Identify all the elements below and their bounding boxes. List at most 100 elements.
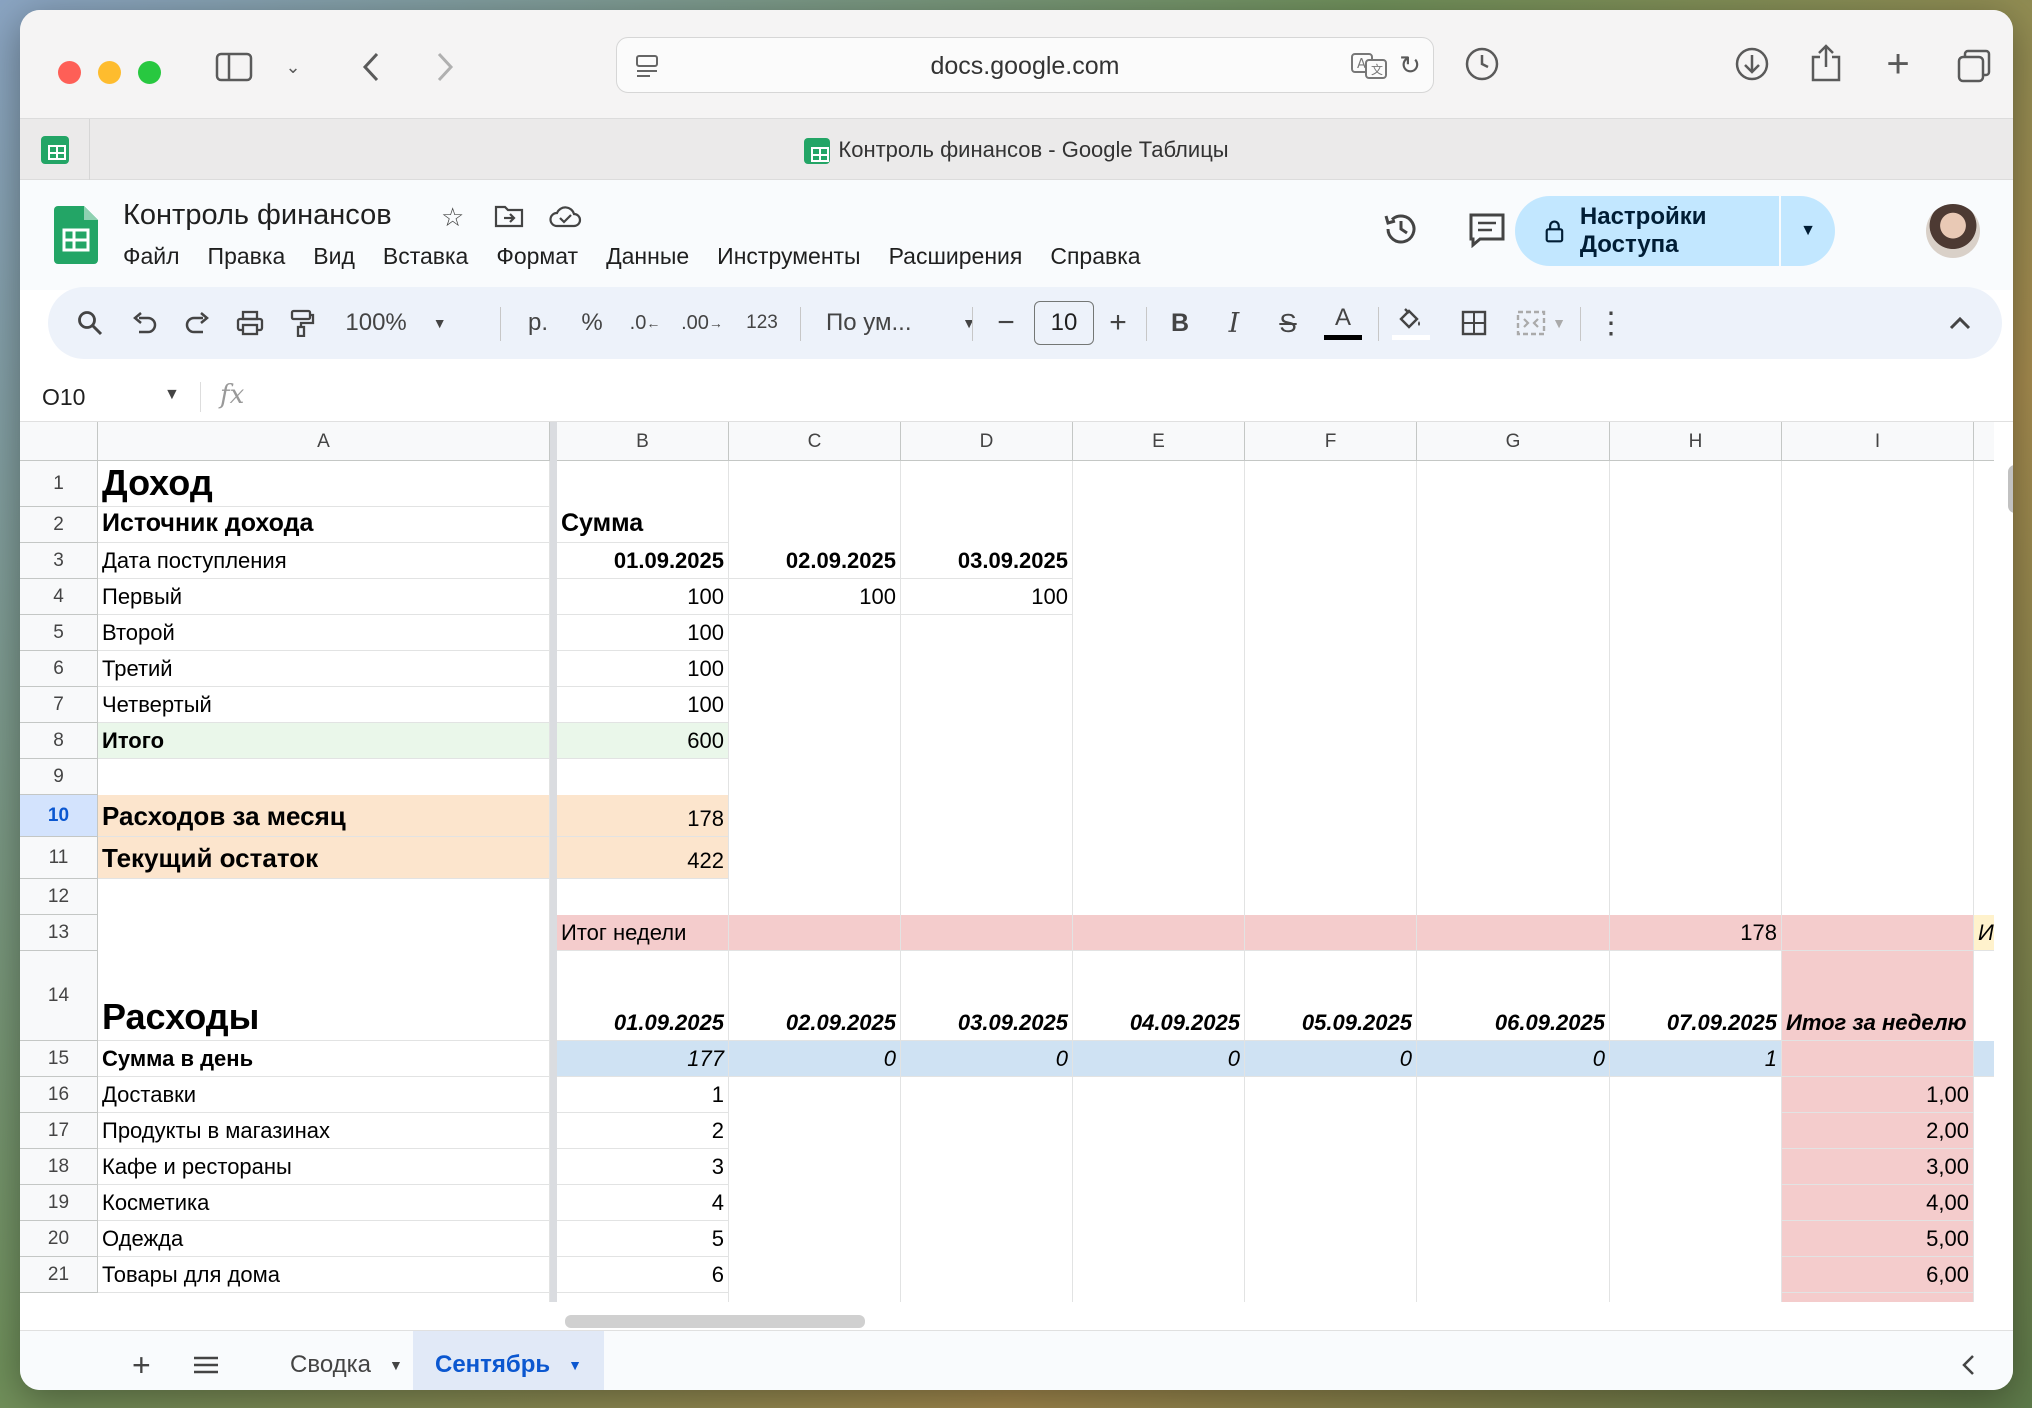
sidebar-toggle-icon[interactable] xyxy=(214,52,254,82)
cell-D14[interactable]: 03.09.2025 xyxy=(901,951,1073,1041)
cell-G14[interactable]: 06.09.2025 xyxy=(1417,951,1610,1041)
print-icon[interactable] xyxy=(230,287,270,359)
cell-B10[interactable]: 178 xyxy=(557,795,729,837)
address-bar[interactable]: docs.google.com A文 ↻ xyxy=(616,37,1434,93)
downloads-icon[interactable] xyxy=(1732,44,1772,84)
cloud-saved-icon[interactable] xyxy=(548,204,582,235)
sheet-tab-september[interactable]: Сентябрь ▼ xyxy=(413,1331,605,1390)
cell-B2[interactable]: Сумма xyxy=(557,507,729,543)
menu-file[interactable]: Файл xyxy=(123,243,194,270)
borders-icon[interactable] xyxy=(1454,287,1494,359)
row-header[interactable]: 1 xyxy=(20,461,98,507)
cell-I16[interactable]: 1,00 xyxy=(1782,1077,1974,1113)
font-size-decrease-button[interactable]: − xyxy=(988,287,1024,359)
more-formats-button[interactable]: 123 xyxy=(736,287,788,359)
cell-E14[interactable]: 04.09.2025 xyxy=(1073,951,1245,1041)
cell-D15[interactable]: 0 xyxy=(901,1041,1073,1077)
menu-help[interactable]: Справка xyxy=(1036,243,1154,270)
undo-icon[interactable] xyxy=(124,287,164,359)
cell-I22[interactable] xyxy=(1782,1293,1974,1302)
bold-button[interactable]: B xyxy=(1160,287,1200,359)
row-header[interactable]: 5 xyxy=(20,615,98,651)
strikethrough-button[interactable]: S xyxy=(1268,287,1308,359)
row-header[interactable]: 21 xyxy=(20,1257,98,1293)
cell-B8[interactable]: 600 xyxy=(557,723,729,759)
cell-B14[interactable]: 01.09.2025 xyxy=(557,951,729,1041)
cell-I17[interactable]: 2,00 xyxy=(1782,1113,1974,1149)
spreadsheet-grid[interactable]: A B C D E F G H I 1 2 3 4 5 6 7 8 9 10 1… xyxy=(20,422,1994,1302)
row-header[interactable]: 11 xyxy=(20,837,98,879)
share-dropdown-icon[interactable]: ▼ xyxy=(1781,222,1835,240)
column-header[interactable]: D xyxy=(901,422,1073,461)
cell-B13[interactable]: Итог недели xyxy=(557,915,1610,951)
cell-B19[interactable]: 4 xyxy=(557,1185,729,1221)
row-header[interactable]: 4 xyxy=(20,579,98,615)
doc-title[interactable]: Контроль финансов xyxy=(123,199,392,232)
decrease-decimal-button[interactable]: .0 ← xyxy=(622,287,668,359)
increase-decimal-button[interactable]: .00 → xyxy=(676,287,728,359)
cell-A5[interactable]: Второй xyxy=(98,615,550,651)
fill-color-button[interactable] xyxy=(1388,287,1434,359)
cell-E15[interactable]: 0 xyxy=(1073,1041,1245,1077)
cell-A15[interactable]: Сумма в день xyxy=(98,1041,550,1077)
forward-icon[interactable] xyxy=(430,50,460,84)
row-header[interactable]: 16 xyxy=(20,1077,98,1113)
currency-format-button[interactable]: р. xyxy=(518,287,558,359)
cell-H14[interactable]: 07.09.2025 xyxy=(1610,951,1782,1041)
star-icon[interactable]: ☆ xyxy=(441,202,464,233)
row-header[interactable]: 17 xyxy=(20,1113,98,1149)
cell-A10[interactable]: Расходов за месяц xyxy=(98,795,550,837)
row-header[interactable]: 19 xyxy=(20,1185,98,1221)
font-family-select[interactable]: По ум... ▼ xyxy=(816,287,986,359)
cell-A11[interactable]: Текущий остаток xyxy=(98,837,550,879)
cell-C14[interactable]: 02.09.2025 xyxy=(729,951,901,1041)
vertical-scrollbar[interactable] xyxy=(2008,465,2013,513)
caret-down-icon[interactable]: ▼ xyxy=(164,386,180,404)
share-main[interactable]: Настройки Доступа xyxy=(1515,196,1781,266)
cell-F14[interactable]: 05.09.2025 xyxy=(1245,951,1417,1041)
cell-A6[interactable]: Третий xyxy=(98,651,550,687)
sheet-tab-svodka[interactable]: Сводка ▼ xyxy=(268,1331,425,1390)
row-header[interactable]: 2 xyxy=(20,507,98,543)
share-icon[interactable] xyxy=(1806,42,1846,84)
cell-A17[interactable]: Продукты в магазинах xyxy=(98,1113,550,1149)
menu-edit[interactable]: Правка xyxy=(194,243,300,270)
column-header[interactable]: E xyxy=(1073,422,1245,461)
move-folder-icon[interactable] xyxy=(494,204,524,235)
cell-A19[interactable]: Косметика xyxy=(98,1185,550,1221)
new-tab-icon[interactable]: + xyxy=(1880,42,1916,86)
cell-A1[interactable]: Доход xyxy=(98,461,550,507)
cell-A18[interactable]: Кафе и рестораны xyxy=(98,1149,550,1185)
reload-icon[interactable]: ↻ xyxy=(1395,50,1425,80)
cell-B3[interactable]: 01.09.2025 xyxy=(557,543,729,579)
row-header[interactable]: 15 xyxy=(20,1041,98,1077)
row-header[interactable]: 8 xyxy=(20,723,98,759)
cell-B7[interactable]: 100 xyxy=(557,687,729,723)
column-header[interactable]: G xyxy=(1417,422,1610,461)
cell-I18[interactable]: 3,00 xyxy=(1782,1149,1974,1185)
sheets-logo-icon[interactable] xyxy=(54,206,98,264)
comments-icon[interactable] xyxy=(1468,212,1506,255)
version-history-icon[interactable] xyxy=(1382,210,1420,255)
row-header[interactable]: 9 xyxy=(20,759,98,795)
select-all-corner[interactable] xyxy=(20,422,98,461)
name-box[interactable]: O10 xyxy=(42,384,85,411)
column-header[interactable]: H xyxy=(1610,422,1782,461)
row-header[interactable]: 7 xyxy=(20,687,98,723)
cell-B21[interactable]: 6 xyxy=(557,1257,729,1293)
back-icon[interactable] xyxy=(356,50,386,84)
chevron-down-icon[interactable]: ⌄ xyxy=(280,54,306,80)
menu-extensions[interactable]: Расширения xyxy=(875,243,1037,270)
cell-C4[interactable]: 100 xyxy=(729,579,901,615)
text-color-button[interactable]: A xyxy=(1320,287,1366,359)
cell-B17[interactable]: 2 xyxy=(557,1113,729,1149)
zoom-window-button[interactable] xyxy=(138,61,161,84)
column-header[interactable]: C xyxy=(729,422,901,461)
cell-A16[interactable]: Доставки xyxy=(98,1077,550,1113)
row-header[interactable]: 10 xyxy=(20,795,98,837)
more-options-icon[interactable]: ⋮ xyxy=(1596,287,1626,359)
font-size-increase-button[interactable]: + xyxy=(1100,287,1136,359)
row-header[interactable]: 13 xyxy=(20,915,98,951)
cell-H13[interactable]: 178 xyxy=(1610,915,1782,951)
cell-I13[interactable] xyxy=(1782,915,1974,951)
